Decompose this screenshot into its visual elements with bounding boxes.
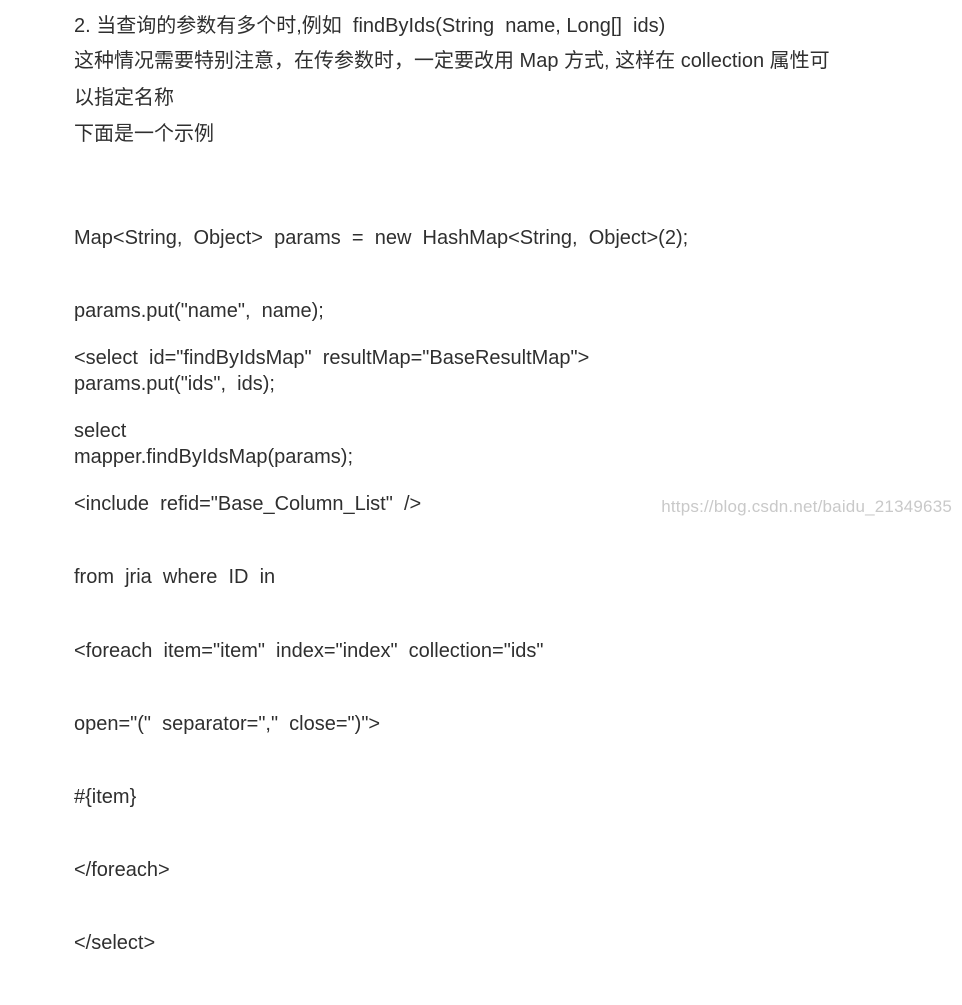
code-line: </select>: [74, 932, 156, 955]
intro-paragraph: 2. 当查询的参数有多个时,例如 findByIds(String name, …: [74, 15, 666, 37]
code-line: from jria where ID in: [74, 566, 276, 589]
code-line: open="(" separator="," close=")">: [74, 712, 381, 735]
note-paragraph-line-1: 这种情况需要特别注意，在传参数时，一定要改用 Map 方式, 这样在 colle…: [74, 50, 830, 72]
code-line: <include refid="Base_Column_List" />: [74, 493, 422, 516]
xml-code-block: <select id="findByIdsMap" resultMap="Bas…: [74, 297, 589, 1005]
watermark: https://blog.csdn.net/baidu_21349635: [661, 497, 952, 516]
code-line: <select id="findByIdsMap" resultMap="Bas…: [74, 346, 590, 369]
note-paragraph-line-2: 以指定名称: [74, 87, 174, 109]
code-line: select: [74, 420, 127, 443]
code-line: #{item}: [74, 786, 137, 809]
code-line: Map<String, Object> params = new HashMap…: [74, 226, 689, 249]
code-line: <foreach item="item" index="index" colle…: [74, 639, 544, 662]
example-label: 下面是一个示例: [74, 123, 214, 145]
code-line: </foreach>: [74, 859, 170, 882]
